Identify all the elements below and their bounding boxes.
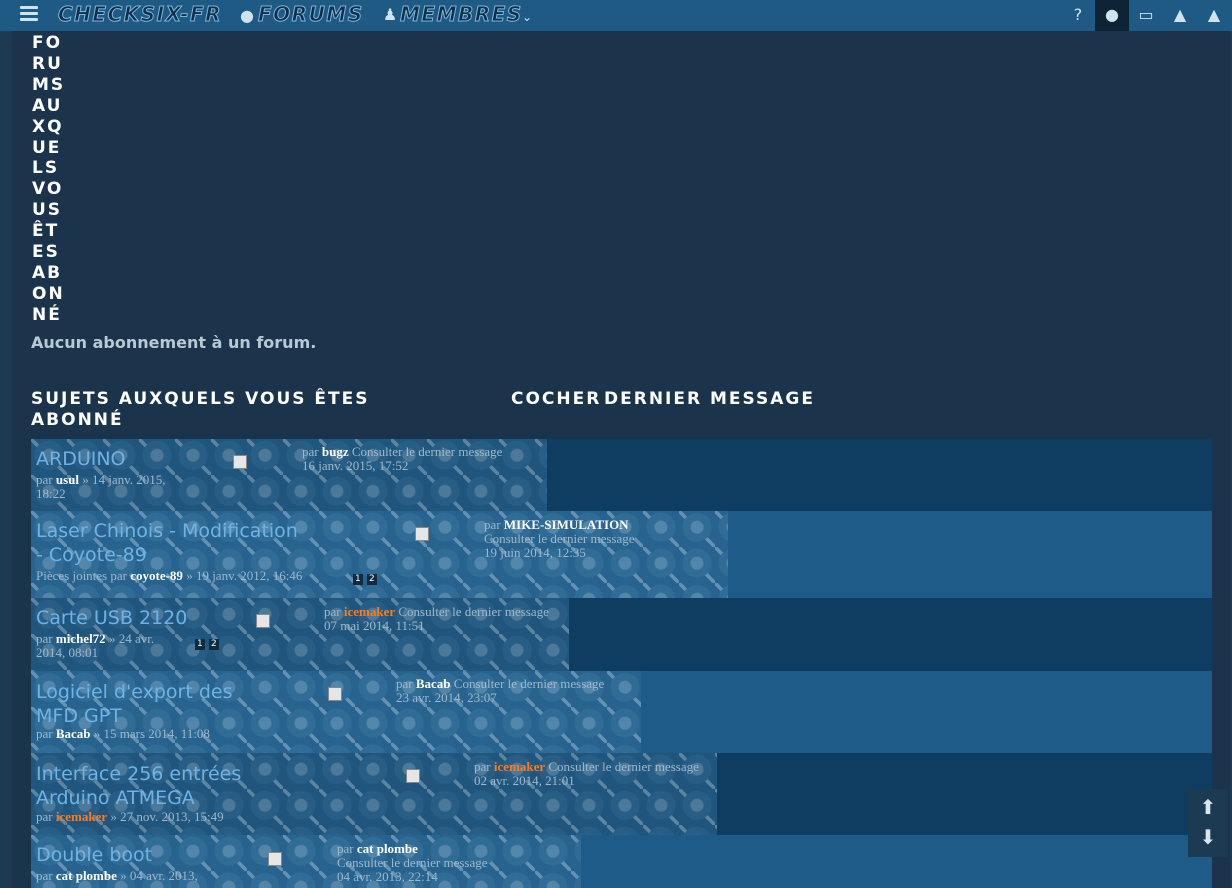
view-last-post-link[interactable]: Consulter le dernier message [398, 604, 549, 619]
topic-row: Laser Chinois - Modification - Coyote-89… [31, 511, 1212, 598]
topic-title-link[interactable]: Interface 256 entrées Arduino ATMEGA [36, 762, 316, 810]
view-last-post-link[interactable]: Consulter le dernier message [454, 676, 605, 691]
subscribe-checkbox[interactable] [233, 455, 247, 469]
last-post-info: par icemaker Consulter le dernier messag… [474, 759, 699, 788]
topic-row: Logiciel d'export des MFD GPT par Bacab … [31, 671, 1212, 753]
bell-secondary-icon[interactable]: ▲ [1203, 4, 1225, 26]
last-author-link[interactable]: bugz [322, 444, 349, 459]
page-link[interactable]: 1 [353, 574, 363, 585]
topic-meta: par michel72 » 24 avr. 2014, 08:01 [36, 631, 155, 660]
last-post-info: par Bacab Consulter le dernier message 2… [396, 676, 605, 705]
topic-title-link[interactable]: Logiciel d'export des MFD GPT [36, 680, 276, 728]
topic-author-link[interactable]: Bacab [56, 726, 91, 741]
site-title-link[interactable]: CHECKSIX-FR [57, 2, 222, 27]
subscribe-checkbox[interactable] [415, 527, 429, 541]
last-post-info: par icemaker Consulter le dernier messag… [324, 604, 549, 633]
last-author-link[interactable]: cat plombe [357, 841, 418, 856]
topic-title-link[interactable]: ARDUINO [36, 448, 126, 470]
page-link[interactable]: 2 [367, 574, 377, 585]
subscribe-checkbox[interactable] [268, 852, 282, 866]
question-icon[interactable]: ? [1067, 4, 1089, 26]
view-last-post-link[interactable]: Consulter le dernier message [337, 855, 488, 870]
col-topics-header: Sujets auxquels vous êtes abonné [31, 389, 370, 430]
topic-meta: par icemaker » 27 nov. 2013, 15:49 [36, 809, 224, 824]
page-link[interactable]: 1 [195, 639, 205, 650]
topic-meta: par usul » 14 janv. 2015, 18:22 [36, 472, 166, 501]
bell-icon[interactable]: ▲ [1169, 4, 1191, 26]
view-last-post-link[interactable]: Consulter le dernier message [548, 759, 699, 774]
page-link[interactable]: 2 [209, 639, 219, 650]
arrow-down-icon[interactable]: ⬇ [1196, 825, 1220, 849]
members-link[interactable]: MEMBRES [400, 2, 523, 27]
inbox-icon[interactable]: ▭ [1135, 4, 1157, 26]
topic-row: Carte USB 2120 par michel72 » 24 avr. 20… [31, 598, 1212, 671]
top-navbar: CHECKSIX-FR ● FORUMS ♟ MEMBRES ⌄ ? ● ▭ ▲… [0, 0, 1232, 32]
comment-icon: ● [240, 6, 254, 25]
no-forum-message: Aucun abonnement à un forum. [31, 333, 317, 352]
topic-author-link[interactable]: cat plombe [56, 868, 117, 883]
topic-meta: par cat plombe » 04 avr. 2013, [36, 868, 198, 883]
topic-row: ARDUINO par usul » 14 janv. 2015, 18:22 … [31, 439, 1212, 511]
arrow-up-icon[interactable]: ⬆ [1196, 795, 1220, 819]
topic-meta: par Bacab » 15 mars 2014, 11:08 [36, 726, 210, 741]
page-title: Forums auxquels vous êtes abonné [32, 33, 66, 325]
last-author-link[interactable]: icemaker [494, 759, 545, 774]
topic-author-link[interactable]: icemaker [56, 809, 107, 824]
subscribe-checkbox[interactable] [256, 614, 270, 628]
subscribe-checkbox[interactable] [406, 769, 420, 783]
topic-row: Double boot par cat plombe » 04 avr. 201… [31, 835, 1212, 888]
topic-author-link[interactable]: coyote-89 [130, 568, 183, 583]
topic-title-link[interactable]: Carte USB 2120 [36, 607, 187, 629]
last-post-info: par cat plombe Consulter le dernier mess… [337, 841, 488, 884]
topic-meta: Pièces jointes par coyote-89 » 19 janv. … [36, 568, 303, 583]
view-last-post-link[interactable]: Consulter le dernier message [352, 444, 503, 459]
topic-author-link[interactable]: usul [56, 472, 79, 487]
col-last-header: Dernier message [604, 389, 815, 409]
subscribe-checkbox[interactable] [328, 687, 342, 701]
last-post-info: par MIKE-SIMULATION Consulter le dernier… [484, 517, 635, 560]
user-menu-button[interactable]: ● [1095, 0, 1129, 31]
topic-row: Interface 256 entrées Arduino ATMEGA par… [31, 753, 1212, 835]
menu-icon[interactable] [20, 6, 38, 22]
topic-author-link[interactable]: michel72 [56, 631, 106, 646]
scroll-buttons: ⬆ ⬇ [1188, 789, 1228, 857]
col-check-header: Cocher [511, 389, 602, 409]
topic-title-link[interactable]: Double boot [36, 844, 152, 866]
last-author-link[interactable]: icemaker [344, 604, 395, 619]
user-icon: ● [1105, 5, 1119, 24]
last-author-link[interactable]: Bacab [416, 676, 451, 691]
last-author-link[interactable]: MIKE-SIMULATION [504, 517, 629, 532]
main-content: Forums auxquels vous êtes abonné Aucun a… [12, 31, 1230, 888]
chevron-down-icon[interactable]: ⌄ [516, 6, 538, 28]
users-icon: ♟ [382, 5, 398, 24]
last-post-info: par bugz Consulter le dernier message 16… [302, 444, 503, 473]
forums-link[interactable]: FORUMS [258, 2, 364, 27]
topic-title-link[interactable]: Laser Chinois - Modification - Coyote-89 [36, 519, 306, 567]
view-last-post-link[interactable]: Consulter le dernier message [484, 531, 635, 546]
